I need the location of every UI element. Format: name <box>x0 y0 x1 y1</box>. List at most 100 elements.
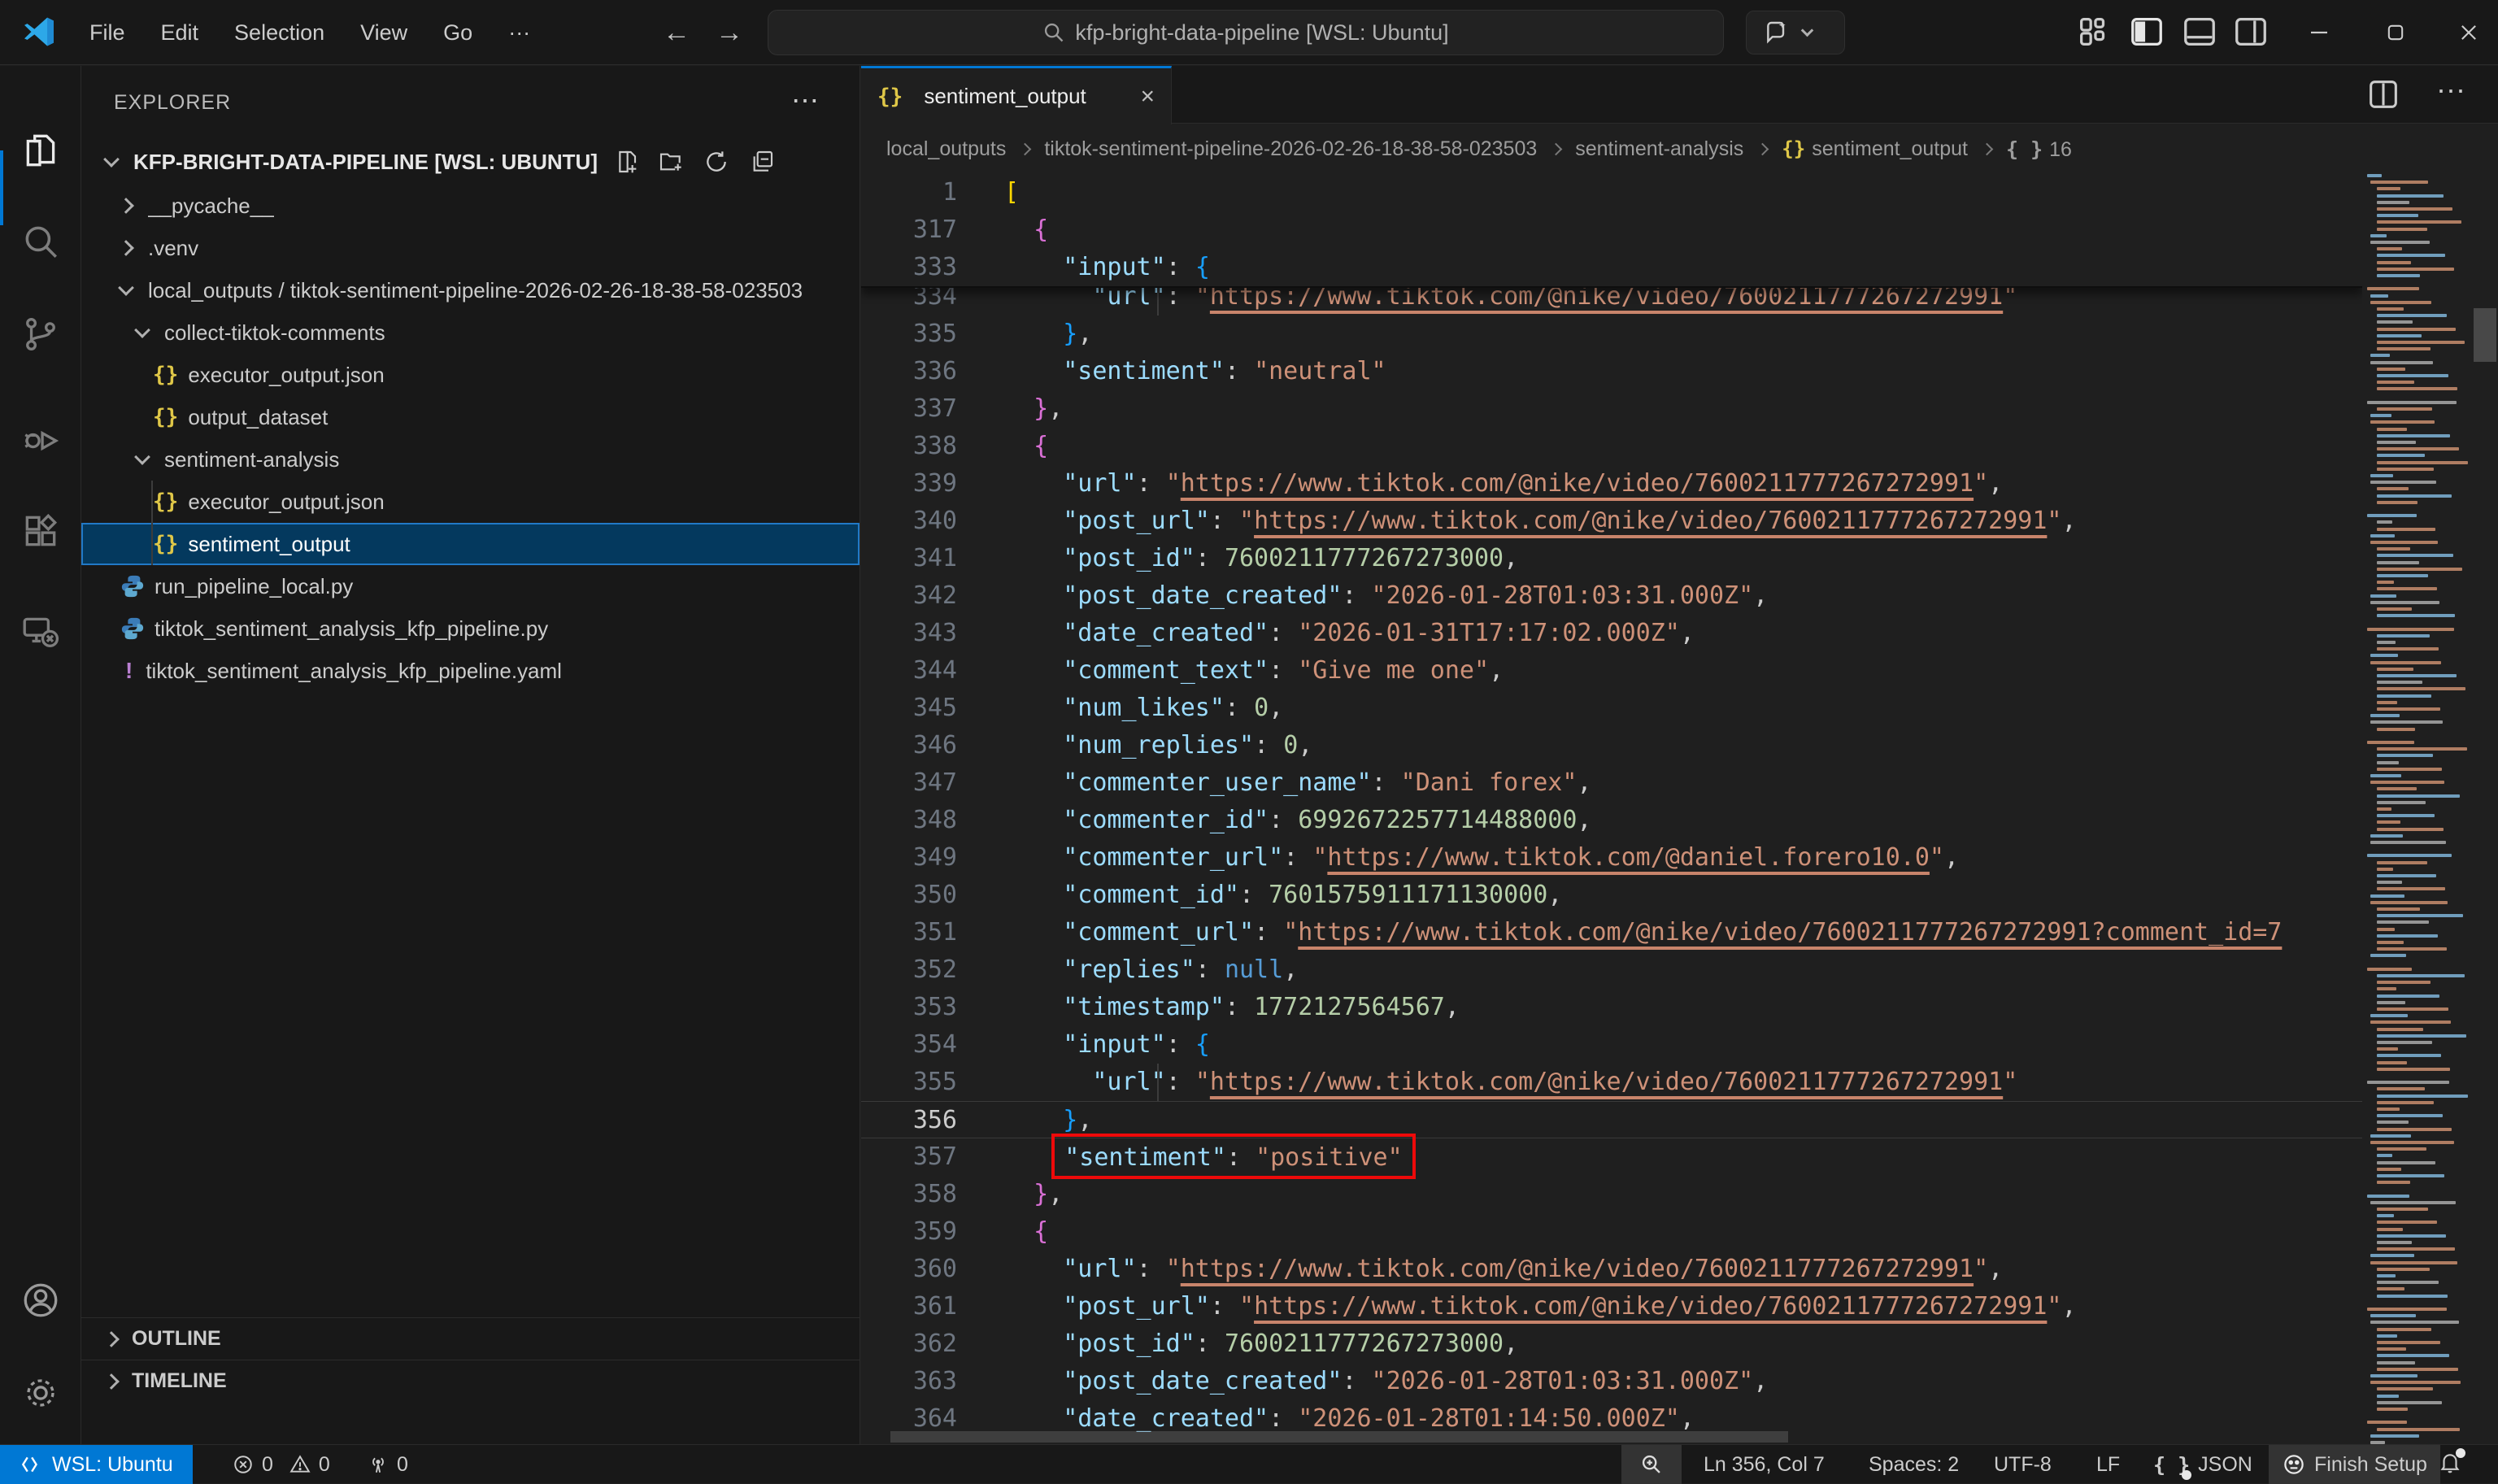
scrollbar-thumb[interactable] <box>2474 308 2496 362</box>
menu-selection[interactable]: Selection <box>216 0 342 65</box>
code-editor[interactable]: 334 "url": "https://www.tiktok.com/@nike… <box>861 174 2362 1444</box>
sidebar-item-extensions[interactable] <box>0 492 81 570</box>
menu-view[interactable]: View <box>342 0 425 65</box>
code-line-343[interactable]: 343 "date_created": "2026-01-31T17:17:02… <box>861 615 2362 652</box>
tree-item-output-dataset[interactable]: {}output_dataset <box>81 396 860 438</box>
code-line-345[interactable]: 345 "num_likes": 0, <box>861 690 2362 727</box>
encoding-status[interactable]: UTF-8 <box>1994 1445 2052 1484</box>
close-tab-icon[interactable]: × <box>1140 83 1155 111</box>
sidebar-item-source-control[interactable] <box>0 295 81 373</box>
tree-item-sentiment-analysis[interactable]: sentiment-analysis <box>81 438 860 481</box>
tree-item-tiktok-sentiment-analysis-kfp-pipeline-yaml[interactable]: !tiktok_sentiment_analysis_kfp_pipeline.… <box>81 650 860 692</box>
notifications-bell[interactable] <box>2438 1445 2462 1484</box>
tree-item--pycache-[interactable]: __pycache__ <box>81 185 860 227</box>
toggle-primary-sidebar-icon[interactable] <box>2128 13 2165 50</box>
command-center-search[interactable]: kfp-bright-data-pipeline [WSL: Ubuntu] <box>768 10 1724 55</box>
code-line-347[interactable]: 347 "commenter_user_name": "Dani forex", <box>861 764 2362 802</box>
code-line-352[interactable]: 352 "replies": null, <box>861 951 2362 989</box>
new-folder-icon[interactable] <box>658 149 684 175</box>
code-line-357[interactable]: 357 "sentiment": "positive" <box>861 1138 2362 1176</box>
code-line-359[interactable]: 359 { <box>861 1213 2362 1251</box>
forward-arrow-icon[interactable]: → <box>716 0 743 65</box>
code-line-346[interactable]: 346 "num_replies": 0, <box>861 727 2362 764</box>
menu-go[interactable]: Go <box>425 0 490 65</box>
code-line-350[interactable]: 350 "comment_id": 7601575911171130000, <box>861 877 2362 914</box>
code-line-340[interactable]: 340 "post_url": "https://www.tiktok.com/… <box>861 503 2362 540</box>
menu-file[interactable]: File <box>72 0 143 65</box>
code-line-337[interactable]: 337 }, <box>861 390 2362 428</box>
breadcrumb-item[interactable]: sentiment-analysis <box>1575 137 1743 161</box>
menu-edit[interactable]: Edit <box>143 0 217 65</box>
back-arrow-icon[interactable]: ← <box>663 0 690 65</box>
breadcrumb-item[interactable]: tiktok-sentiment-pipeline-2026-02-26-18-… <box>1044 137 1537 161</box>
code-line-1[interactable]: 1[ <box>861 174 2362 211</box>
toggle-secondary-sidebar-icon[interactable] <box>2232 13 2270 50</box>
code-line-339[interactable]: 339 "url": "https://www.tiktok.com/@nike… <box>861 465 2362 503</box>
accounts-icon[interactable] <box>0 1261 81 1339</box>
vertical-scrollbar[interactable] <box>2472 174 2498 1444</box>
code-line-341[interactable]: 341 "post_id": 7600211777267273000, <box>861 540 2362 577</box>
breadcrumb-item[interactable]: local_outputs <box>886 137 1006 161</box>
code-line-348[interactable]: 348 "commenter_id": 6992672257714488000, <box>861 802 2362 839</box>
indentation-status[interactable]: Spaces: 2 <box>1869 1445 1959 1484</box>
sidebar-item-remote-explorer[interactable] <box>0 593 81 671</box>
code-line-363[interactable]: 363 "post_date_created": "2026-01-28T01:… <box>861 1363 2362 1400</box>
code-line-351[interactable]: 351 "comment_url": "https://www.tiktok.c… <box>861 914 2362 951</box>
tree-item-sentiment-output[interactable]: {}sentiment_output <box>81 523 860 565</box>
minimap[interactable] <box>2362 174 2472 1444</box>
eol-status[interactable]: LF <box>2096 1445 2120 1484</box>
tree-item-collect-tiktok-comments[interactable]: collect-tiktok-comments <box>81 311 860 354</box>
tree-item-executor-output-json[interactable]: {}executor_output.json <box>81 481 860 523</box>
maximize-button[interactable] <box>2358 0 2433 65</box>
code-line-349[interactable]: 349 "commenter_url": "https://www.tiktok… <box>861 839 2362 877</box>
toggle-panel-icon[interactable] <box>2181 13 2218 50</box>
tree-item--venv[interactable]: .venv <box>81 227 860 269</box>
settings-gear-icon[interactable] <box>0 1354 81 1432</box>
tree-item-run-pipeline-local-py[interactable]: run_pipeline_local.py <box>81 565 860 607</box>
explorer-more-actions-icon[interactable]: ⋯ <box>791 82 819 123</box>
code-line-344[interactable]: 344 "comment_text": "Give me one", <box>861 652 2362 690</box>
timeline-section[interactable]: TIMELINE <box>81 1360 860 1402</box>
sidebar-item-search[interactable] <box>0 202 81 281</box>
horizontal-scrollbar[interactable] <box>890 1431 1788 1443</box>
code-line-360[interactable]: 360 "url": "https://www.tiktok.com/@nike… <box>861 1251 2362 1288</box>
ports-status[interactable]: 0 <box>368 1445 408 1484</box>
code-line-355[interactable]: 355 "url": "https://www.tiktok.com/@nike… <box>861 1064 2362 1101</box>
sidebar-item-run-debug[interactable] <box>0 401 81 479</box>
tree-item-tiktok-sentiment-analysis-kfp-pipeline-py[interactable]: tiktok_sentiment_analysis_kfp_pipeline.p… <box>81 607 860 650</box>
sidebar-item-explorer[interactable] <box>0 111 81 189</box>
copilot-button[interactable] <box>1746 11 1845 54</box>
new-file-icon[interactable] <box>612 149 638 175</box>
menu-overflow-icon[interactable]: ··· <box>490 0 548 65</box>
editor-more-actions-icon[interactable]: ··· <box>2436 72 2465 107</box>
breadcrumb[interactable]: local_outputs tiktok-sentiment-pipeline-2… <box>861 124 2498 174</box>
outline-section[interactable]: OUTLINE <box>81 1317 860 1360</box>
code-line-338[interactable]: 338 { <box>861 428 2362 465</box>
customize-layout-icon[interactable] <box>2075 13 2113 50</box>
minimize-button[interactable] <box>2282 0 2357 65</box>
collapse-folders-icon[interactable] <box>749 149 775 175</box>
code-line-335[interactable]: 335 }, <box>861 316 2362 353</box>
code-line-362[interactable]: 362 "post_id": 7600211777267273000, <box>861 1325 2362 1363</box>
code-line-353[interactable]: 353 "timestamp": 1772127564567, <box>861 989 2362 1026</box>
split-editor-icon[interactable] <box>2365 76 2402 113</box>
zoom-status[interactable] <box>1621 1445 1682 1484</box>
breadcrumb-item[interactable]: {}sentiment_output <box>1782 137 1968 161</box>
finish-setup[interactable]: Finish Setup <box>2269 1445 2440 1484</box>
code-line-361[interactable]: 361 "post_url": "https://www.tiktok.com/… <box>861 1288 2362 1325</box>
refresh-icon[interactable] <box>703 149 729 175</box>
problems-status[interactable]: 0 0 <box>233 1445 330 1484</box>
code-line-317[interactable]: 317 { <box>861 211 2362 249</box>
tree-item-executor-output-json[interactable]: {}executor_output.json <box>81 354 860 396</box>
language-mode[interactable]: { } JSON <box>2153 1445 2252 1484</box>
code-line-342[interactable]: 342 "post_date_created": "2026-01-28T01:… <box>861 577 2362 615</box>
tree-item-local-outputs-tiktok-sentiment-pipeline-2026-02-26-18-38-58-023503[interactable]: local_outputs / tiktok-sentiment-pipelin… <box>81 269 860 311</box>
project-section-header[interactable]: KFP-BRIGHT-DATA-PIPELINE [WSL: UBUNTU] <box>81 141 860 183</box>
tab-sentiment-output[interactable]: {} sentiment_output × <box>861 66 1172 124</box>
close-window-button[interactable] <box>2431 0 2498 65</box>
code-line-336[interactable]: 336 "sentiment": "neutral" <box>861 353 2362 390</box>
code-line-358[interactable]: 358 }, <box>861 1176 2362 1213</box>
code-line-354[interactable]: 354 "input": { <box>861 1026 2362 1064</box>
remote-indicator[interactable]: WSL: Ubuntu <box>0 1445 193 1484</box>
breadcrumb-item[interactable]: { }16 <box>2006 137 2072 162</box>
